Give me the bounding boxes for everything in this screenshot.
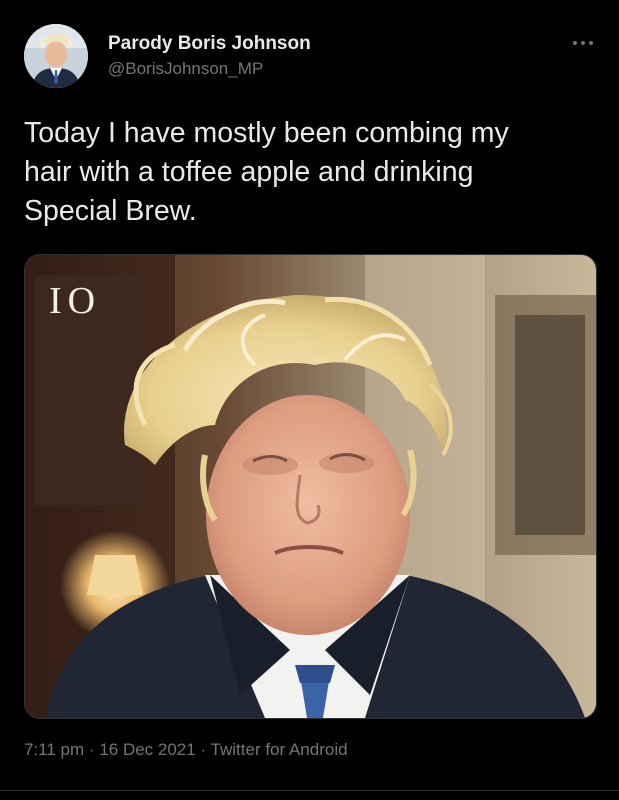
channel-logo: IO	[49, 280, 102, 322]
tweet-source[interactable]: Twitter for Android	[211, 740, 348, 759]
tweet-metadata: 7:11 pm · 16 Dec 2021 · Twitter for Andr…	[24, 740, 348, 760]
divider	[0, 790, 619, 791]
tweet-time[interactable]: 7:11 pm	[24, 740, 84, 759]
photo-of-man-with-messy-hair-icon	[25, 255, 596, 718]
avatar[interactable]	[24, 24, 88, 88]
meta-separator: ·	[200, 740, 207, 759]
tweet-date[interactable]: 16 Dec 2021	[99, 740, 195, 759]
more-options-icon[interactable]	[569, 34, 597, 52]
avatar-photo-icon	[24, 24, 88, 88]
display-name[interactable]: Parody Boris Johnson	[108, 33, 311, 55]
meta-separator: ·	[88, 740, 95, 759]
user-handle[interactable]: @BorisJohnson_MP	[108, 59, 263, 79]
tweet-media-photo[interactable]: IO	[24, 254, 597, 719]
tweet-text: Today I have mostly been combing my hair…	[24, 117, 509, 227]
